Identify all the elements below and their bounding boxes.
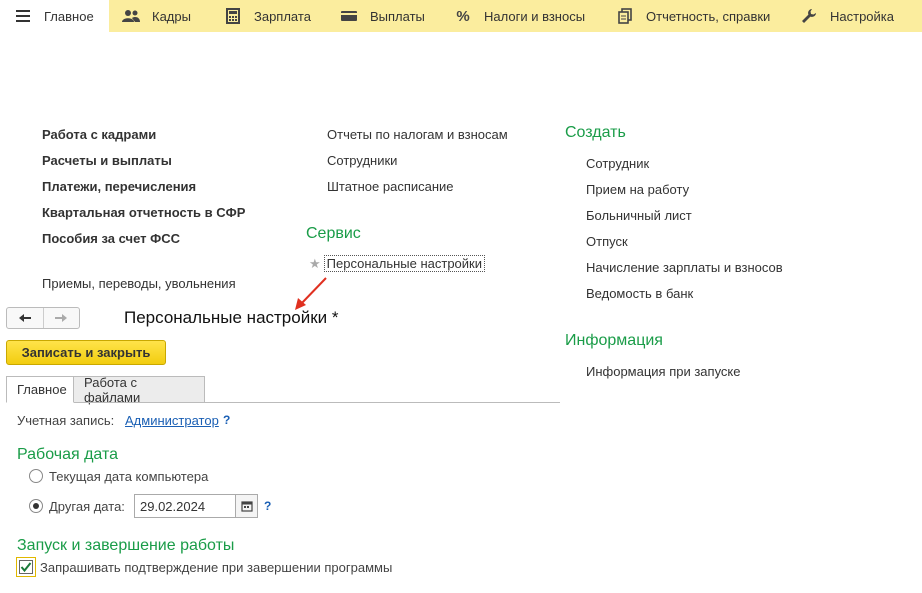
top-menu-reports[interactable]: Отчетность, справки xyxy=(602,0,786,32)
section-link-benefits[interactable]: Пособия за счет ФСС xyxy=(42,231,180,246)
top-menu-label: Выплаты xyxy=(370,8,425,24)
arrow-right-icon xyxy=(55,314,68,322)
date-help-button[interactable]: ? xyxy=(264,499,271,513)
arrow-left-icon xyxy=(18,314,31,322)
radio-other-date-label: Другая дата: xyxy=(49,499,125,514)
link-staff-schedule[interactable]: Штатное расписание xyxy=(327,179,454,194)
radio-other-date[interactable] xyxy=(29,499,43,513)
wallet-icon xyxy=(340,8,358,24)
link-personal-settings[interactable]: ★ Персональные настройки xyxy=(309,255,486,272)
calendar-icon xyxy=(240,501,253,512)
top-menu-label: Главное xyxy=(44,8,94,24)
radio-current-date-label: Текущая дата компьютера xyxy=(49,469,209,484)
checkmark-icon xyxy=(20,562,32,573)
confirm-exit-checkbox[interactable] xyxy=(16,557,36,577)
form-tabs: Главное Работа с файлами xyxy=(6,375,205,405)
create-sick-leave[interactable]: Больничный лист xyxy=(586,208,692,223)
top-menu-label: Кадры xyxy=(152,8,191,24)
section-link-quarterly[interactable]: Квартальная отчетность в СФР xyxy=(42,205,245,220)
create-payroll[interactable]: Начисление зарплаты и взносов xyxy=(586,260,783,275)
radio-current-date[interactable] xyxy=(29,469,43,483)
date-input[interactable] xyxy=(134,494,236,518)
people-icon xyxy=(122,8,140,24)
top-menu-payments[interactable]: Выплаты xyxy=(326,0,440,32)
wrench-icon xyxy=(800,8,818,24)
create-bank-statement[interactable]: Ведомость в банк xyxy=(586,286,693,301)
top-menu-hr[interactable]: Кадры xyxy=(109,0,210,32)
top-menu-main[interactable]: Главное xyxy=(0,0,109,32)
create-employee[interactable]: Сотрудник xyxy=(586,156,649,171)
confirm-exit-label: Запрашивать подтверждение при завершении… xyxy=(40,560,393,575)
account-link[interactable]: Администратор xyxy=(125,413,219,428)
link-tax-reports[interactable]: Отчеты по налогам и взносам xyxy=(327,127,508,142)
work-date-title: Рабочая дата xyxy=(17,446,119,463)
create-title: Создать xyxy=(565,124,626,141)
top-menu-salary[interactable]: Зарплата xyxy=(210,0,326,32)
top-menu-label: Настройка xyxy=(830,8,894,24)
personal-settings-label: Персональные настройки xyxy=(323,255,486,272)
history-nav xyxy=(6,307,80,329)
account-label: Учетная запись: xyxy=(17,413,115,428)
form-title: Персональные настройки * xyxy=(124,308,339,327)
percent-icon: % xyxy=(456,7,470,25)
top-menu-taxes[interactable]: % Налоги и взносы xyxy=(440,0,602,32)
info-startup[interactable]: Информация при запуске xyxy=(586,364,741,379)
back-button[interactable] xyxy=(7,308,43,328)
create-hiring[interactable]: Прием на работу xyxy=(586,182,689,197)
calendar-button[interactable] xyxy=(236,494,258,518)
top-menu-label: Зарплата xyxy=(254,8,311,24)
create-vacation[interactable]: Отпуск xyxy=(586,234,628,249)
link-hiring-transfers[interactable]: Приемы, переводы, увольнения xyxy=(42,276,236,291)
startup-title: Запуск и завершение работы xyxy=(17,537,235,554)
save-and-close-button[interactable]: Записать и закрыть xyxy=(6,340,166,365)
hamburger-icon xyxy=(14,8,32,24)
link-employees[interactable]: Сотрудники xyxy=(327,153,397,168)
info-title: Информация xyxy=(565,332,663,349)
tab-files[interactable]: Работа с файлами xyxy=(74,375,205,405)
section-link-calc[interactable]: Расчеты и выплаты xyxy=(42,153,172,168)
calculator-icon xyxy=(224,8,242,24)
tab-divider xyxy=(74,402,560,403)
top-menu-settings[interactable]: Настройка xyxy=(786,0,922,32)
star-icon[interactable]: ★ xyxy=(309,256,321,271)
top-menu-label: Налоги и взносы xyxy=(484,8,586,24)
forward-button[interactable] xyxy=(42,308,80,328)
section-link-hr[interactable]: Работа с кадрами xyxy=(42,127,156,142)
documents-icon xyxy=(616,8,634,24)
account-help-button[interactable]: ? xyxy=(223,413,230,427)
top-menu-label: Отчетность, справки xyxy=(646,8,771,24)
red-arrow-icon xyxy=(295,277,327,310)
checkbox-inner xyxy=(19,560,33,574)
service-title: Сервис xyxy=(306,225,361,242)
section-link-payments[interactable]: Платежи, перечисления xyxy=(42,179,196,194)
tab-main[interactable]: Главное xyxy=(6,376,74,403)
top-menu-bar: Главное Кадры Зарплата Выплаты % Налоги … xyxy=(0,0,922,32)
